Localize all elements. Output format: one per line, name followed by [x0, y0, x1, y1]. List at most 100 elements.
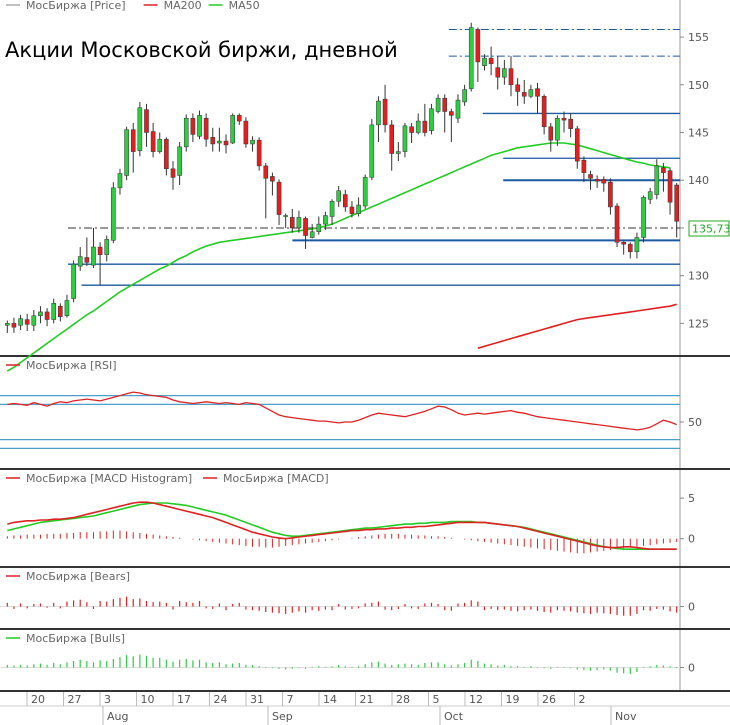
date-tick-label: 17: [177, 693, 191, 706]
legend-label: МосБиржа [MACD Histogram]: [26, 472, 192, 485]
candle-down: [422, 120, 428, 133]
candle-down: [608, 181, 613, 208]
chart-title: Акции Московской биржи, дневной: [5, 38, 398, 62]
candle-up: [455, 99, 461, 119]
candle-down: [24, 319, 30, 325]
candle-down: [58, 305, 63, 317]
candles: [5, 22, 679, 333]
macd-y-axis: 50: [680, 492, 695, 546]
candle-up: [482, 57, 487, 66]
legend-label: MA200: [164, 0, 202, 12]
candle-down: [508, 68, 514, 86]
bulls-panel: 0: [0, 654, 695, 675]
candle-up: [18, 318, 23, 326]
candle-down: [515, 84, 520, 92]
y-tick-label: 5: [688, 492, 695, 505]
candle-down: [568, 118, 573, 129]
month-label: Aug: [107, 710, 128, 723]
date-tick-label: 21: [360, 693, 374, 706]
y-tick-label: 145: [688, 127, 709, 140]
candle-up: [356, 204, 361, 214]
candle-down: [442, 97, 448, 112]
candle-down: [574, 128, 580, 162]
date-tick-label: 28: [396, 693, 410, 706]
candle-down: [97, 246, 103, 255]
macd-panel: 50: [6, 492, 695, 554]
candle-down: [349, 206, 355, 214]
bulls-y-axis: 0: [680, 662, 695, 675]
candle-down: [203, 117, 209, 140]
candle-up: [197, 115, 202, 137]
candle-down: [303, 218, 308, 236]
date-tick-label: 3: [104, 693, 111, 706]
month-label: Sep: [272, 710, 293, 723]
candle-up: [654, 165, 660, 195]
candle-up: [91, 246, 96, 266]
candle-up: [183, 117, 189, 148]
candle-down: [389, 124, 395, 154]
rsi-panel: 50: [0, 391, 702, 449]
candle-up: [429, 108, 434, 131]
date-tick-label: 5: [433, 693, 440, 706]
candle-down: [263, 165, 269, 179]
candle-down: [667, 170, 673, 203]
y-tick-label: 0: [688, 662, 695, 675]
date-tick-label: 12: [469, 693, 483, 706]
legend-label: МосБиржа [Bulls]: [26, 632, 125, 645]
macd-line: [7, 501, 677, 550]
candle-up: [111, 187, 116, 241]
date-axis: 20 27 3 10 17 24 31 7 14 21 28 5 12 19 26 2 Aug Sep Oct Nov: [0, 692, 730, 725]
candle-up: [462, 89, 467, 103]
legend-label: МосБиржа [MACD]: [223, 472, 329, 485]
bears-bars: [0, 596, 680, 616]
y-tick-label: 140: [688, 174, 709, 187]
legend-label: MA50: [229, 0, 260, 12]
candle-up: [157, 138, 163, 152]
candle-down: [541, 96, 547, 128]
candle-up: [137, 107, 143, 151]
candle-up: [104, 239, 110, 255]
candle-up: [250, 139, 255, 145]
candle-up: [124, 129, 129, 176]
candle-down: [409, 126, 414, 133]
rsi-line: [7, 391, 677, 431]
candle-up: [38, 311, 43, 316]
candle-down: [150, 131, 156, 152]
candle-up: [77, 256, 83, 267]
candle-up: [71, 263, 76, 299]
candle-up: [641, 197, 646, 238]
price-panel: 125130135140145150155 135,73 Акции Моско…: [5, 22, 730, 372]
candle-up: [296, 217, 302, 229]
bears-panel: 0: [0, 596, 695, 616]
legend-label: МосБиржа [RSI]: [26, 359, 117, 372]
last-price-label: 135,73: [692, 223, 730, 236]
candle-down: [276, 181, 282, 215]
candle-down: [601, 179, 607, 184]
candle-up: [5, 323, 10, 326]
candle-down: [11, 323, 17, 328]
candle-up: [217, 140, 222, 144]
candle-down: [661, 167, 666, 173]
candle-up: [468, 27, 474, 89]
candle-down: [581, 159, 587, 173]
candle-down: [488, 57, 494, 65]
candle-up: [31, 315, 37, 326]
candle-down: [621, 242, 626, 245]
candle-down: [144, 109, 149, 133]
candle-down: [475, 29, 481, 63]
candle-up: [336, 190, 341, 202]
candle-down: [521, 92, 527, 97]
date-tick-label: 10: [141, 693, 155, 706]
candle-up: [528, 89, 534, 97]
candle-down: [270, 176, 275, 182]
candle-down: [164, 138, 169, 170]
y-tick-label: 50: [688, 416, 702, 429]
macd-histogram: [6, 530, 678, 554]
candle-up: [396, 151, 401, 154]
chart-canvas: 125130135140145150155 135,73 Акции Моско…: [0, 0, 730, 725]
date-tick-label: 20: [31, 693, 45, 706]
candle-down: [130, 129, 136, 152]
panel-legends: МосБиржа [Price] MA200 MA50 МосБиржа [RSI] М…: [6, 0, 329, 645]
candle-down: [256, 139, 262, 167]
candle-up: [309, 231, 315, 238]
